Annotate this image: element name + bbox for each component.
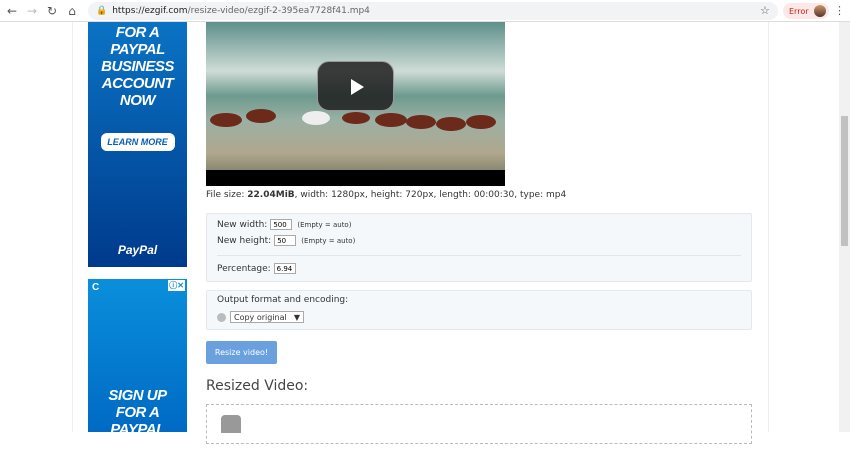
resize-options-panel: New width:(Empty = auto) New height:(Emp… [206, 213, 752, 282]
browser-toolbar: ← → ↻ ⌂ 🔒 https://ezgif.com/resize-video… [0, 0, 850, 22]
reload-icon[interactable]: ↻ [44, 4, 60, 18]
paypal-ad-bottom[interactable]: C ⓘ✕ SIGN UP FOR A PAYPAL BUSINESS [88, 279, 187, 455]
play-button[interactable] [317, 61, 394, 111]
dropdown-arrow-icon: ▼ [293, 312, 300, 322]
ad-logo-icon: C [92, 282, 100, 293]
address-bar[interactable]: 🔒 https://ezgif.com/resize-video/ezgif-2… [88, 2, 778, 20]
resized-video-heading: Resized Video: [206, 378, 309, 394]
scrollbar-thumb[interactable] [841, 116, 848, 246]
home-icon[interactable]: ⌂ [64, 4, 80, 18]
resized-video-area [206, 404, 752, 444]
forward-icon[interactable]: → [24, 4, 40, 18]
paypal-ad-top[interactable]: FOR A PAYPAL BUSINESS ACCOUNT NOW LEARN … [88, 22, 187, 267]
lock-icon: 🔒 [96, 6, 108, 16]
learn-more-button[interactable]: LEARN MORE [100, 133, 175, 151]
menu-icon[interactable]: ⋮ [834, 4, 845, 17]
content-border-right [768, 22, 769, 432]
ad-close-icon[interactable]: ⓘ✕ [168, 280, 185, 291]
back-icon[interactable]: ← [4, 4, 20, 18]
paypal-logo: PayPal [117, 243, 158, 257]
bookmark-star-icon[interactable]: ☆ [760, 4, 770, 17]
file-info: File size: 22.04MiB, width: 1280px, heig… [206, 190, 567, 200]
settings-icon[interactable] [217, 312, 226, 322]
height-input[interactable] [274, 235, 297, 246]
resize-video-button[interactable]: Resize video! [206, 341, 277, 364]
output-format-panel: Output format and encoding: Copy origina… [206, 290, 752, 330]
content-border-left [72, 22, 73, 432]
profile-error-button[interactable]: Error [783, 3, 829, 19]
scrollbar[interactable] [839, 22, 850, 432]
avatar [814, 5, 826, 17]
output-format-select[interactable]: Copy original ▼ [230, 311, 304, 323]
loading-cat-icon [221, 415, 241, 433]
divider [217, 255, 741, 256]
video-controls-bar [206, 170, 505, 186]
percentage-input[interactable] [273, 263, 296, 274]
width-input[interactable] [270, 219, 293, 230]
video-player[interactable] [206, 22, 505, 186]
